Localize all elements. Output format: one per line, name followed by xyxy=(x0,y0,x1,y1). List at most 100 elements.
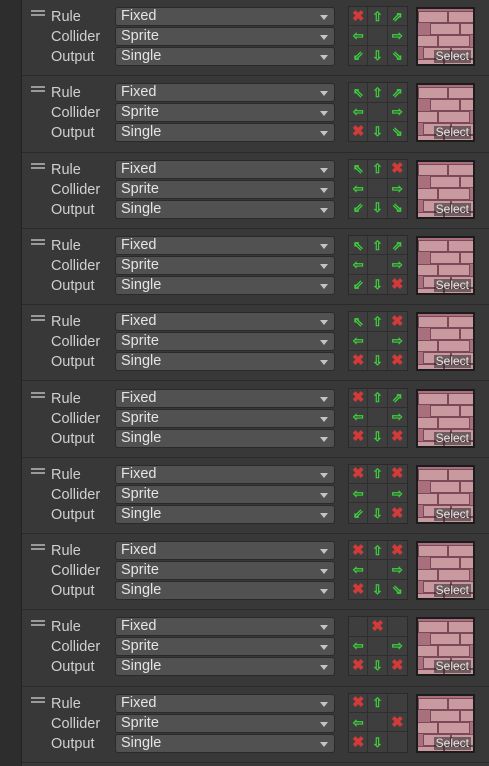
rule-dropdown[interactable]: Fixed xyxy=(115,541,335,561)
select-button[interactable]: Select xyxy=(433,278,471,292)
output-dropdown[interactable]: Single xyxy=(115,199,335,219)
rule-dropdown[interactable]: Fixed xyxy=(115,464,335,484)
collider-dropdown[interactable]: Sprite xyxy=(115,255,335,275)
not-this-icon[interactable]: ✖ xyxy=(388,656,407,675)
drag-handle-icon[interactable] xyxy=(31,544,45,551)
drag-handle-icon[interactable] xyxy=(31,620,45,627)
center-cell[interactable] xyxy=(368,636,388,657)
arrow-down-right-icon[interactable]: ⇘ xyxy=(388,122,407,141)
arrow-down-icon[interactable]: ⇩ xyxy=(368,274,388,294)
not-this-icon[interactable]: ✖ xyxy=(387,541,407,561)
output-dropdown[interactable]: Single xyxy=(115,47,335,66)
output-dropdown[interactable]: Single xyxy=(115,123,335,143)
arrow-right-icon[interactable]: ⇨ xyxy=(387,332,407,351)
arrow-left-icon[interactable]: ⇦ xyxy=(349,331,369,351)
drag-handle-icon[interactable] xyxy=(31,10,45,16)
arrow-up-icon[interactable]: ⇧ xyxy=(368,7,388,27)
output-dropdown[interactable]: Single xyxy=(115,733,335,753)
collider-dropdown[interactable]: Sprite xyxy=(115,27,335,46)
select-button[interactable]: Select xyxy=(433,355,471,369)
not-this-icon[interactable]: ✖ xyxy=(387,312,407,332)
not-this-icon[interactable]: ✖ xyxy=(349,427,369,447)
not-this-icon[interactable]: ✖ xyxy=(388,351,407,370)
arrow-down-left-icon[interactable]: ⇙ xyxy=(349,274,369,294)
arrow-up-icon[interactable]: ⇧ xyxy=(368,464,388,485)
not-this-icon[interactable]: ✖ xyxy=(349,464,369,485)
sprite-preview[interactable]: Select xyxy=(416,464,475,524)
arrow-right-icon[interactable]: ⇨ xyxy=(387,103,407,122)
select-button[interactable]: Select xyxy=(433,736,471,750)
arrow-down-icon[interactable]: ⇩ xyxy=(368,579,388,600)
output-dropdown[interactable]: Single xyxy=(115,352,335,372)
output-dropdown[interactable]: Single xyxy=(115,581,335,601)
sprite-preview[interactable]: Select xyxy=(416,693,475,753)
not-this-icon[interactable]: ✖ xyxy=(349,732,369,752)
not-this-icon[interactable]: ✖ xyxy=(349,7,369,27)
arrow-left-icon[interactable]: ⇦ xyxy=(349,178,369,199)
select-button[interactable]: Select xyxy=(433,584,471,598)
not-this-icon[interactable]: ✖ xyxy=(349,579,369,600)
not-this-icon[interactable]: ✖ xyxy=(388,503,407,522)
empty-cell[interactable] xyxy=(388,732,407,751)
not-this-icon[interactable]: ✖ xyxy=(349,656,369,676)
sprite-preview[interactable]: Select xyxy=(416,541,475,601)
center-cell[interactable] xyxy=(368,713,388,733)
arrow-left-icon[interactable]: ⇦ xyxy=(349,636,369,657)
arrow-up-icon[interactable]: ⇧ xyxy=(368,541,388,561)
arrow-right-icon[interactable]: ⇨ xyxy=(387,26,407,46)
arrow-up-right-icon[interactable]: ⇗ xyxy=(387,83,407,103)
arrow-right-icon[interactable]: ⇨ xyxy=(387,484,407,504)
arrow-down-icon[interactable]: ⇩ xyxy=(368,121,388,142)
center-cell[interactable] xyxy=(368,331,388,351)
center-cell[interactable] xyxy=(368,255,388,275)
center-cell[interactable] xyxy=(368,560,388,580)
not-this-icon[interactable]: ✖ xyxy=(349,693,369,714)
rule-dropdown[interactable]: Fixed xyxy=(115,7,335,26)
arrow-left-icon[interactable]: ⇦ xyxy=(349,484,369,504)
rule-dropdown[interactable]: Fixed xyxy=(115,83,335,103)
not-this-icon[interactable]: ✖ xyxy=(387,465,407,485)
collider-dropdown[interactable]: Sprite xyxy=(115,561,335,581)
arrow-right-icon[interactable]: ⇨ xyxy=(387,560,407,580)
not-this-icon[interactable]: ✖ xyxy=(387,713,407,733)
sprite-preview[interactable]: Select xyxy=(416,235,475,295)
arrow-down-icon[interactable]: ⇩ xyxy=(368,350,388,371)
arrow-up-left-icon[interactable]: ⇖ xyxy=(349,159,369,179)
sprite-preview[interactable]: Select xyxy=(416,159,475,219)
arrow-left-icon[interactable]: ⇦ xyxy=(349,560,369,580)
arrow-down-icon[interactable]: ⇩ xyxy=(368,503,388,523)
arrow-up-right-icon[interactable]: ⇗ xyxy=(387,7,407,27)
collider-dropdown[interactable]: Sprite xyxy=(115,103,335,123)
arrow-up-left-icon[interactable]: ⇖ xyxy=(349,312,369,332)
arrow-down-icon[interactable]: ⇩ xyxy=(368,198,388,218)
arrow-down-left-icon[interactable]: ⇙ xyxy=(349,198,369,218)
arrow-down-left-icon[interactable]: ⇙ xyxy=(349,503,369,523)
arrow-up-right-icon[interactable]: ⇗ xyxy=(387,236,407,256)
select-button[interactable]: Select xyxy=(433,507,471,521)
output-dropdown[interactable]: Single xyxy=(115,504,335,524)
arrow-up-icon[interactable]: ⇧ xyxy=(368,312,388,332)
arrow-down-right-icon[interactable]: ⇘ xyxy=(388,46,407,65)
drag-handle-icon[interactable] xyxy=(31,315,45,322)
arrow-up-left-icon[interactable]: ⇖ xyxy=(349,235,369,256)
arrow-left-icon[interactable]: ⇦ xyxy=(349,713,369,733)
arrow-up-icon[interactable]: ⇧ xyxy=(368,159,388,179)
arrow-down-right-icon[interactable]: ⇘ xyxy=(388,198,407,217)
rule-dropdown[interactable]: Fixed xyxy=(115,235,335,255)
arrow-left-icon[interactable]: ⇦ xyxy=(349,255,369,275)
arrow-left-icon[interactable]: ⇦ xyxy=(349,407,369,428)
arrow-down-icon[interactable]: ⇩ xyxy=(368,427,388,447)
arrow-down-icon[interactable]: ⇩ xyxy=(368,45,388,65)
not-this-icon[interactable]: ✖ xyxy=(388,275,407,294)
arrow-left-icon[interactable]: ⇦ xyxy=(349,26,369,46)
empty-cell[interactable] xyxy=(387,694,407,714)
not-this-icon[interactable]: ✖ xyxy=(349,350,369,371)
rule-dropdown[interactable]: Fixed xyxy=(115,388,335,408)
select-button[interactable]: Select xyxy=(433,660,471,674)
not-this-icon[interactable]: ✖ xyxy=(349,388,369,408)
center-cell[interactable] xyxy=(368,407,388,428)
not-this-icon[interactable]: ✖ xyxy=(349,121,369,142)
arrow-down-left-icon[interactable]: ⇙ xyxy=(349,45,369,65)
select-button[interactable]: Select xyxy=(433,50,471,63)
arrow-up-icon[interactable]: ⇧ xyxy=(368,388,388,408)
